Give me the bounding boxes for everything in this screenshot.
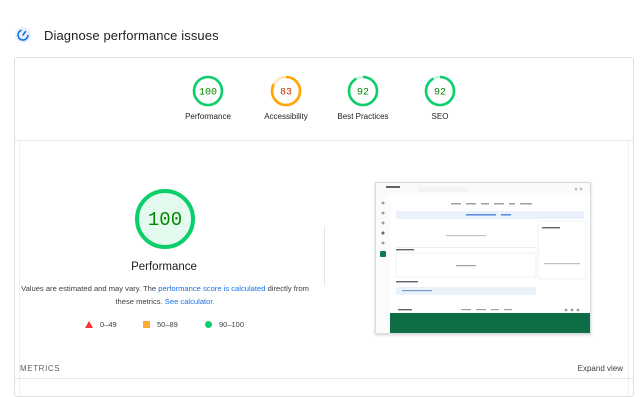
- score-legend: 0–49 50–89 90–100: [0, 320, 328, 332]
- see-calculator-link[interactable]: See calculator.: [165, 297, 215, 306]
- diagnose-icon: [15, 27, 31, 43]
- gauge-ring-performance: 100: [192, 75, 224, 107]
- gauge-ring-seo: 92: [424, 75, 456, 107]
- gauge-label: Best Practices: [337, 112, 389, 121]
- average-square-icon: [143, 321, 150, 328]
- gauge-score: 100: [199, 88, 217, 99]
- legend-fail: 0–49: [85, 320, 117, 329]
- screenshot-image: [376, 183, 590, 333]
- gauge-best-practices[interactable]: 92 Best Practices: [323, 74, 403, 121]
- pass-circle-icon: [205, 321, 212, 328]
- main-title: Performance: [131, 261, 197, 273]
- metrics-heading: METRICS: [20, 364, 61, 373]
- legend-average: 50–89: [143, 320, 178, 329]
- metrics-rule: [14, 378, 634, 379]
- gauge-score: 92: [434, 88, 446, 99]
- main-score: 100: [148, 209, 182, 231]
- gauge-performance[interactable]: 100 Performance: [168, 74, 248, 121]
- gauge-seo[interactable]: 92 SEO: [400, 74, 480, 121]
- section-title: Diagnose performance issues: [44, 27, 219, 43]
- legend-pass-label: 90–100: [219, 320, 245, 329]
- gauge-label: Performance: [185, 112, 231, 121]
- page-screenshot-thumbnail: [375, 182, 591, 334]
- card-inner-right-rule: [628, 140, 629, 396]
- legend-fail-label: 0–49: [100, 320, 117, 329]
- desc-prefix: Values are estimated and may vary. The: [21, 284, 159, 293]
- gauge-score: 83: [280, 88, 292, 99]
- fail-triangle-icon: [85, 321, 93, 328]
- expand-view-button[interactable]: Expand view: [578, 364, 623, 373]
- gauge-score: 92: [357, 88, 369, 99]
- legend-pass: 90–100: [205, 320, 244, 329]
- gauge-label: SEO: [431, 112, 449, 121]
- gauge-accessibility[interactable]: 83 Accessibility: [246, 74, 326, 121]
- vertical-divider: [324, 226, 325, 286]
- gauge-ring-accessibility: 83: [270, 75, 302, 107]
- performance-score-link[interactable]: performance score is calculated: [158, 284, 265, 293]
- gauge-label: Accessibility: [264, 112, 308, 121]
- gauge-ring-best-practices: 92: [347, 75, 379, 107]
- category-gauges: 100 Performance 83 Accessibility 92 Best…: [0, 74, 640, 134]
- score-description: Values are estimated and may vary. The p…: [20, 283, 310, 308]
- legend-average-label: 50–89: [157, 320, 178, 329]
- performance-main-gauge: 100: [135, 189, 195, 249]
- section-header: Diagnose performance issues: [14, 26, 219, 44]
